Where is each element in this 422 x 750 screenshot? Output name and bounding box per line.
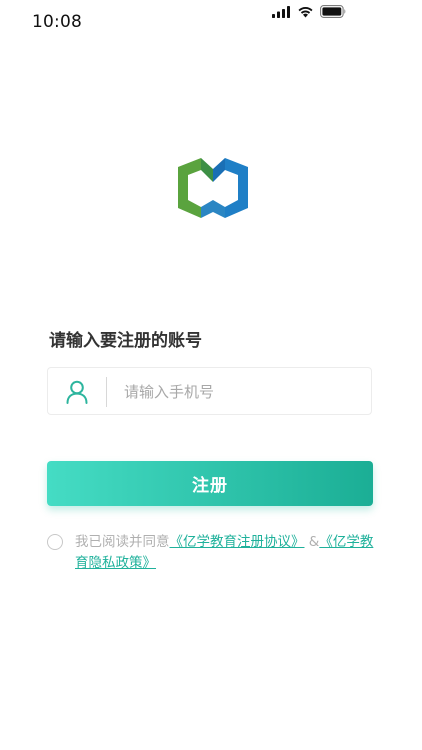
input-divider xyxy=(106,377,107,407)
signal-icon xyxy=(272,3,291,22)
status-bar: 10:08 xyxy=(0,0,422,44)
status-time: 10:08 xyxy=(32,12,82,32)
phone-input[interactable] xyxy=(124,379,354,405)
brand-logo-icon xyxy=(178,158,248,220)
agree-checkbox[interactable] xyxy=(47,534,63,550)
agreement-joiner: & xyxy=(308,534,320,550)
wifi-icon xyxy=(297,3,314,22)
agreement-prefix: 我已阅读并同意 xyxy=(75,534,170,550)
register-button[interactable]: 注册 xyxy=(47,461,373,506)
battery-icon xyxy=(320,3,347,22)
phone-field[interactable] xyxy=(47,367,372,415)
status-icons xyxy=(272,3,347,22)
user-icon xyxy=(66,380,88,404)
page-title: 请输入要注册的账号 xyxy=(49,331,202,351)
agreement-text: 我已阅读并同意《亿学教育注册协议》 &《亿学教育隐私政策》 xyxy=(75,532,375,574)
register-agreement-link[interactable]: 《亿学教育注册协议》 xyxy=(170,534,305,550)
